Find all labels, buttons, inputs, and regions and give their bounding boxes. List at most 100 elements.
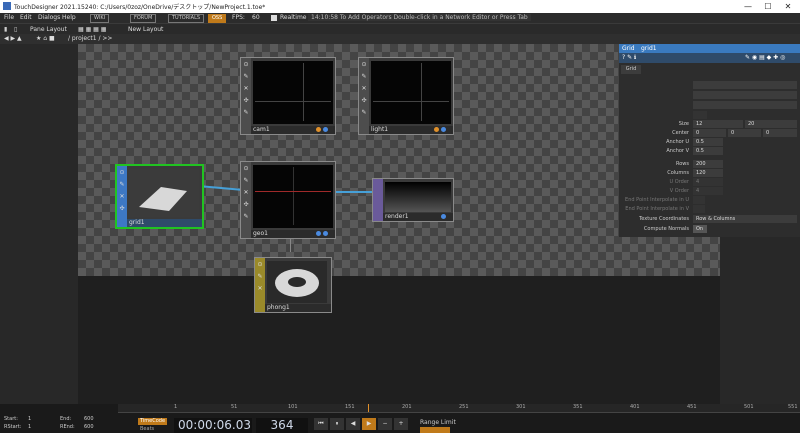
split-icon[interactable]: ▯ xyxy=(14,26,17,33)
menu-help[interactable]: Help xyxy=(62,14,76,21)
geo1-label: geo1 xyxy=(253,230,268,237)
start-label: Start: xyxy=(4,416,18,422)
node-phong1[interactable]: ⊙ ✎ ✕ phong1 xyxy=(254,257,332,313)
home-icon[interactable]: ★ ⌂ ■ xyxy=(36,35,55,42)
playhead[interactable] xyxy=(368,404,369,412)
param-connectivity[interactable] xyxy=(693,91,797,99)
step-back-icon[interactable]: ◀ xyxy=(346,418,360,430)
node-grid1[interactable]: ⊙ ✎ ✕ ✣ grid1 xyxy=(115,164,204,229)
param-compute-normals[interactable]: On xyxy=(693,225,707,233)
pane-layout-button[interactable]: Pane Layout xyxy=(30,26,67,33)
to-start-icon[interactable]: ⏮ xyxy=(314,418,328,430)
param-label-anchor-u: Anchor U xyxy=(666,139,689,145)
oss-badge[interactable]: OSS xyxy=(208,14,227,23)
op-name[interactable]: grid1 xyxy=(641,45,657,52)
pane-menu-icon[interactable]: ▮ xyxy=(4,26,7,33)
layout-icon[interactable]: ▦ ▦ ▦ ▦ xyxy=(78,26,106,33)
minimize-button[interactable]: — xyxy=(738,1,758,12)
param-end-v-toggle[interactable] xyxy=(693,205,705,213)
status-hint: 14:10:58 To Add Operators Double-click i… xyxy=(308,14,531,21)
node-cam1[interactable]: ⊙ ✎ ✕ ✣ ✎ cam1 xyxy=(240,57,336,135)
param-size-y[interactable]: 20 xyxy=(745,120,797,128)
param-size-x[interactable]: 12 xyxy=(693,120,743,128)
step-minus-icon[interactable]: − xyxy=(378,418,392,430)
param-label-rows: Rows xyxy=(675,161,689,167)
timecode-toggle[interactable]: TimeCode xyxy=(138,418,168,425)
parameter-dialog: Grid grid1 ? ✎ ℹ ✎ ◉ ▤ ◆ ✚ ◎ Grid Size 1… xyxy=(618,44,800,237)
param-label-normals: Compute Normals xyxy=(643,226,689,232)
param-orientation[interactable] xyxy=(693,101,797,109)
tick-label: 51 xyxy=(231,404,238,410)
start-value[interactable]: 1 xyxy=(28,416,31,422)
node-render1[interactable]: render1 xyxy=(372,178,454,222)
param-anchor-u[interactable]: 0.5 xyxy=(693,138,723,146)
play-icon[interactable]: ▶ xyxy=(362,418,376,430)
close-button[interactable]: ✕ xyxy=(778,1,798,12)
timeline-ruler[interactable]: 1 51 101 151 201 251 301 351 401 451 501… xyxy=(118,404,800,413)
realtime-label: Realtime xyxy=(280,14,307,21)
window-title: TouchDesigner 2021.15240: C:/Users/0zoz/… xyxy=(14,4,266,11)
param-anchor-v[interactable]: 0.5 xyxy=(693,147,723,155)
new-layout-button[interactable]: New Layout xyxy=(128,26,163,33)
beats-toggle[interactable]: Beats xyxy=(140,426,154,432)
forum-link[interactable]: FORUM xyxy=(130,14,157,23)
tick-label: 501 xyxy=(744,404,754,410)
op-type: Grid xyxy=(622,45,635,52)
fps-label: FPS: xyxy=(232,14,245,21)
timecode-readout[interactable]: 00:00:06.03 xyxy=(174,418,252,433)
tutorials-link[interactable]: TUTORIALS xyxy=(168,14,205,23)
menu-dialogs[interactable]: Dialogs xyxy=(38,14,60,21)
rend-value[interactable]: 600 xyxy=(84,424,94,430)
end-value[interactable]: 600 xyxy=(84,416,94,422)
node-geo1[interactable]: ⊙ ✎ ✕ ✣ ✎ geo1 xyxy=(240,161,336,239)
network-path[interactable]: / project1 / >> xyxy=(68,35,112,42)
param-label-center: Center xyxy=(672,130,689,136)
pause-icon[interactable]: ⏸ xyxy=(330,418,344,430)
realtime-checkbox[interactable] xyxy=(271,15,277,21)
light1-viewer xyxy=(371,61,451,124)
grid1-viewer xyxy=(129,169,199,217)
param-label-texcoord: Texture Coordinates xyxy=(639,216,689,222)
menu-edit[interactable]: Edit xyxy=(20,14,32,21)
wiki-link[interactable]: WIKI xyxy=(90,14,110,23)
param-center-y[interactable]: 0 xyxy=(728,129,761,137)
param-header: Grid grid1 xyxy=(619,44,800,53)
render1-viewer xyxy=(385,182,451,212)
render-floor xyxy=(78,276,720,404)
tick-label: 551 xyxy=(788,404,798,410)
param-modify-bounds[interactable] xyxy=(693,111,707,119)
param-label-size: Size xyxy=(678,121,689,127)
frame-readout[interactable]: 364 xyxy=(256,418,308,433)
tab-grid[interactable]: Grid xyxy=(621,65,641,74)
param-center-x[interactable]: 0 xyxy=(693,129,726,137)
param-primitive-type[interactable] xyxy=(693,81,797,89)
tick-label: 201 xyxy=(402,404,412,410)
param-label-anchor-v: Anchor V xyxy=(666,148,689,154)
network-pathbar: ◀ ▶ ▲ ★ ⌂ ■ / project1 / >> xyxy=(0,34,800,44)
tick-label: 251 xyxy=(459,404,469,410)
step-plus-icon[interactable]: + xyxy=(394,418,408,430)
tick-label: 151 xyxy=(345,404,355,410)
param-v-order[interactable]: 4 xyxy=(693,187,723,195)
range-limit-toggle[interactable] xyxy=(420,427,450,433)
param-center-z[interactable]: 0 xyxy=(763,129,797,137)
menu-file[interactable]: File xyxy=(4,14,14,21)
rstart-value[interactable]: 1 xyxy=(28,424,31,430)
param-end-u-toggle[interactable] xyxy=(693,196,705,204)
node-light1[interactable]: ⊙ ✎ ✕ ✣ ✎ light1 xyxy=(358,57,454,135)
fps-value: 60 xyxy=(252,14,260,21)
param-columns[interactable]: 120 xyxy=(693,169,723,177)
param-label-columns: Columns xyxy=(667,170,689,176)
param-rows[interactable]: 200 xyxy=(693,160,723,168)
nav-back-icon[interactable]: ◀ ▶ ▲ xyxy=(4,35,22,42)
wire-geo-render xyxy=(336,191,374,193)
param-tools-icon[interactable]: ✎ ◉ ▤ ◆ ✚ ◎ xyxy=(745,54,785,61)
param-texcoord[interactable]: Row & Columns xyxy=(693,215,797,223)
window-titlebar: TouchDesigner 2021.15240: C:/Users/0zoz/… xyxy=(0,0,800,13)
tick-label: 101 xyxy=(288,404,298,410)
help-icon[interactable]: ? ✎ ℹ xyxy=(622,54,636,61)
maximize-button[interactable]: ☐ xyxy=(758,1,778,12)
param-u-order[interactable]: 4 xyxy=(693,178,723,186)
app-icon xyxy=(3,2,11,10)
rstart-label: RStart: xyxy=(4,424,22,430)
